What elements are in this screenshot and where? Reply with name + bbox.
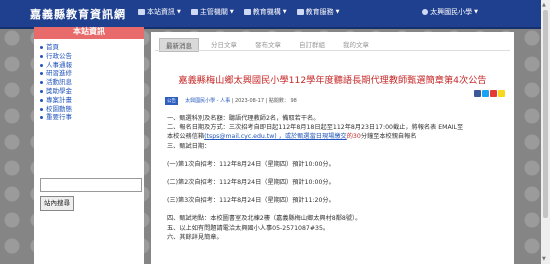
sidebar-item-events[interactable]: 活動訊息 <box>40 78 144 87</box>
sidebar-item-training[interactable]: 研習進修 <box>40 69 144 78</box>
body-line: 四、甄試地點：本校圖書室及北棟2樓（嘉義縣梅山鄉太興村8鄰8號）。 <box>167 215 362 223</box>
main-content: 最新消息 分日文章 發布文章 自訂群組 我的文章 嘉義縣梅山鄉太興國民小學112… <box>151 32 514 264</box>
article-body: 一、甄選科別及名額：聽語代理教師2名，備取若干名。 二、報名日期及方式：三次招考… <box>167 114 507 242</box>
vertical-scrollbar[interactable]: ▲ ▼ <box>541 0 550 264</box>
grid-icon <box>138 9 145 15</box>
email-link[interactable]: (tsps@mail.cyc.edu.tw) ，或於甄選當日現場繳交 <box>204 133 347 140</box>
sidebar: 本站資訊 首頁 行政公告 人事通報 研習進修 活動訊息 獎助學金 專案計畫 校園… <box>34 27 144 264</box>
edit-icon[interactable] <box>498 90 505 97</box>
chevron-down-icon: ▼ <box>335 9 340 15</box>
body-line: 一、甄選科別及名額：聽語代理教師2名，備取若干名。 <box>167 115 320 122</box>
grid-icon <box>296 9 304 15</box>
site-search-input[interactable] <box>40 178 142 192</box>
sidebar-item-scholarships[interactable]: 獎助學金 <box>40 87 144 96</box>
body-line: 六、其餘詳見簡章。 <box>167 233 223 241</box>
facebook-share-icon[interactable] <box>474 90 481 97</box>
main-menu: 本站資訊 ▼ 主管機關 ▼ 教育機構 ▼ 教育服務 ▼ <box>138 7 339 17</box>
body-line: 本校公務信箱(tsps@mail.cyc.edu.tw) ，或於甄選當日現場繳交… <box>167 133 417 141</box>
sidebar-menu: 首頁 行政公告 人事通報 研習進修 活動訊息 獎助學金 專案計畫 校園動態 重要… <box>34 43 144 122</box>
meta-info: 太興國民小學 - 人事 | 2023-08-17 | 點閱數： 98 <box>185 98 297 104</box>
sidebar-item-announcements[interactable]: 行政公告 <box>40 52 144 61</box>
sidebar-header: 本站資訊 <box>34 27 144 39</box>
grid-icon <box>243 9 251 15</box>
site-search-button[interactable]: 站內搜尋 <box>40 196 74 211</box>
body-line: (三)第3次自招考：112年8月24日（星期四）預計11:20分。 <box>167 197 335 205</box>
body-line: (一)第1次自招考：112年8月24日（星期四）預計10:00分。 <box>167 160 335 168</box>
top-navigation-bar: 嘉義縣教育資訊網 本站資訊 ▼ 主管機關 ▼ 教育機構 ▼ 教育服務 ▼ 太興國民小學 ▼ <box>0 0 550 29</box>
user-icon <box>422 9 429 15</box>
body-line: 五、以上如有問題請電洽太興國小人事05-2571087#35。 <box>167 224 330 232</box>
menu-institutions[interactable]: 教育機構 ▼ <box>243 7 287 17</box>
body-line: 二、報名日期及方式：三次招考自即日起112年8月18日起至112年8月23日17… <box>167 124 464 132</box>
scroll-down-arrow-icon[interactable]: ▼ <box>542 256 546 262</box>
sidebar-item-home[interactable]: 首頁 <box>40 43 144 52</box>
twitter-share-icon[interactable] <box>482 90 489 97</box>
share-buttons <box>474 90 505 97</box>
menu-authority[interactable]: 主管機關 ▼ <box>190 7 234 17</box>
menu-services[interactable]: 教育服務 ▼ <box>296 7 340 17</box>
scrollbar-thumb[interactable] <box>543 10 548 218</box>
site-title[interactable]: 嘉義縣教育資訊網 <box>30 6 126 22</box>
sidebar-item-projects[interactable]: 專案計畫 <box>40 96 144 105</box>
chevron-down-icon: ▼ <box>474 9 478 15</box>
scroll-up-arrow-icon[interactable]: ▲ <box>542 2 546 8</box>
divider <box>155 50 510 51</box>
body-line: (二)第2次自招考：112年8月24日（星期四）預計10:00分。 <box>167 179 335 187</box>
chevron-down-icon: ▼ <box>177 9 181 15</box>
article-meta: 公告 太興國民小學 - 人事 | 2023-08-17 | 點閱數： 98 <box>165 90 505 105</box>
view-count: 98 <box>290 98 297 104</box>
user-menu[interactable]: 太興國民小學 ▼ <box>422 7 478 17</box>
article-title: 嘉義縣梅山鄉太興國民小學112學年度聽語長期代理教師甄選簡章第4次公告 <box>178 75 487 86</box>
author-link[interactable]: 太興國民小學 - 人事 <box>185 98 230 104</box>
email-share-icon[interactable] <box>490 90 497 97</box>
body-line: 三、甄試日期： <box>167 142 211 150</box>
chevron-down-icon: ▼ <box>282 9 287 15</box>
category-badge[interactable]: 公告 <box>165 96 178 105</box>
menu-site-info[interactable]: 本站資訊 ▼ <box>138 7 181 17</box>
sidebar-item-schedule[interactable]: 重要行事 <box>40 113 144 122</box>
chevron-down-icon: ▼ <box>229 9 234 15</box>
grid-icon <box>190 9 198 15</box>
